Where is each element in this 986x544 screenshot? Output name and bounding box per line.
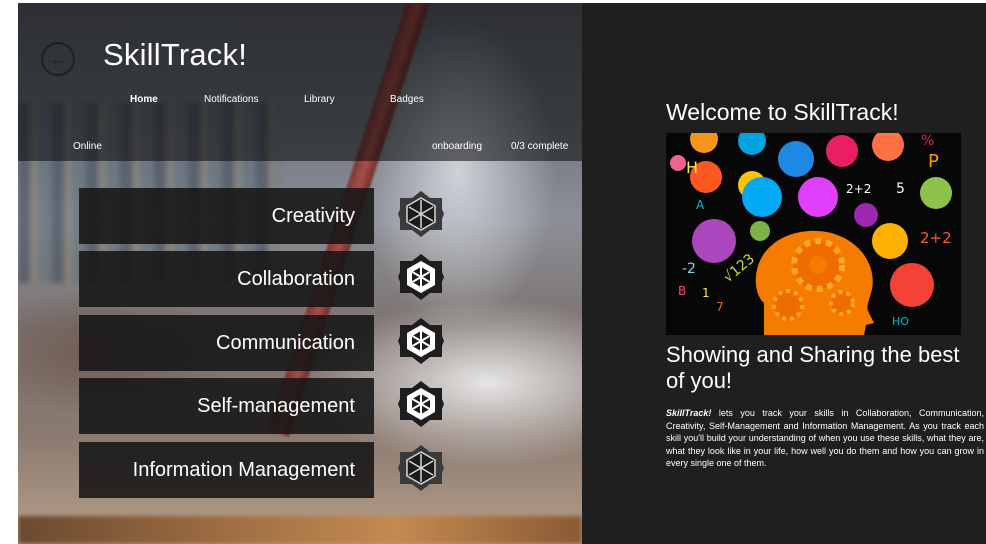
welcome-panel: Welcome to SkillTrack! H % P 2+2 A √123 … [582, 3, 986, 544]
hero-symbol: 5 [896, 181, 905, 197]
hero-symbol: B [678, 284, 686, 298]
hexagon-flower-badge-icon[interactable] [397, 190, 445, 238]
hero-symbol: % [921, 133, 934, 149]
hexagon-flower-badge-icon[interactable] [397, 444, 445, 492]
hero-symbol: P [928, 151, 939, 172]
nav-badges[interactable]: Badges [390, 94, 424, 105]
hexagon-flower-badge-icon[interactable] [397, 380, 445, 428]
brain-illustration: H % P 2+2 A √123 -2 B 1 7 HO 2+2 5 [666, 133, 961, 335]
skill-row-communication: Communication [79, 315, 457, 371]
main-nav: Home Notifications Library Badges [18, 94, 582, 112]
hexagon-flower-badge-icon[interactable] [397, 317, 445, 365]
skill-tile-self-management[interactable]: Self-management [79, 378, 374, 434]
hero-symbol: HO [892, 315, 909, 328]
hero-image: H % P 2+2 A √123 -2 B 1 7 HO 2+2 5 [666, 133, 961, 335]
skill-tile-creativity[interactable]: Creativity [79, 188, 374, 244]
skill-tile-communication[interactable]: Communication [79, 315, 374, 371]
skill-row-information-management: Information Management [79, 442, 457, 498]
app-description: SkillTrack! lets you track your skills i… [666, 407, 984, 470]
onboarding-progress: 0/3 complete [511, 141, 569, 152]
hero-symbol: H [686, 158, 698, 177]
skill-row-creativity: Creativity [79, 188, 457, 244]
nav-library[interactable]: Library [304, 94, 335, 105]
online-status: Online [73, 141, 102, 152]
arrow-left-icon: ← [49, 48, 67, 69]
hexagon-flower-badge-icon[interactable] [397, 253, 445, 301]
tagline: Showing and Sharing the best of you! [666, 342, 960, 393]
main-panel: ← SkillTrack! Home Notifications Library… [18, 3, 582, 544]
skill-tile-collaboration[interactable]: Collaboration [79, 251, 374, 307]
hero-symbol: A [696, 198, 705, 212]
description-text: lets you track your skills in Collaborat… [666, 408, 984, 468]
hero-symbol: 7 [716, 300, 724, 314]
onboarding-label[interactable]: onboarding [432, 141, 482, 152]
hero-symbol: 2+2 [920, 229, 952, 247]
hero-symbol: -2 [682, 261, 696, 277]
hero-symbol: 2+2 [846, 182, 871, 196]
nav-notifications[interactable]: Notifications [204, 94, 258, 105]
skill-row-collaboration: Collaboration [79, 251, 457, 307]
back-button[interactable]: ← [41, 42, 75, 76]
hero-symbol: 1 [702, 286, 710, 300]
skill-row-self-management: Self-management [79, 378, 457, 434]
app-title: SkillTrack! [103, 37, 248, 72]
description-brand: SkillTrack! [666, 408, 712, 418]
background-photo-desk [18, 516, 582, 544]
welcome-title: Welcome to SkillTrack! [666, 99, 899, 125]
nav-home[interactable]: Home [130, 94, 158, 105]
header-band [18, 3, 582, 161]
skill-tile-information-management[interactable]: Information Management [79, 442, 374, 498]
